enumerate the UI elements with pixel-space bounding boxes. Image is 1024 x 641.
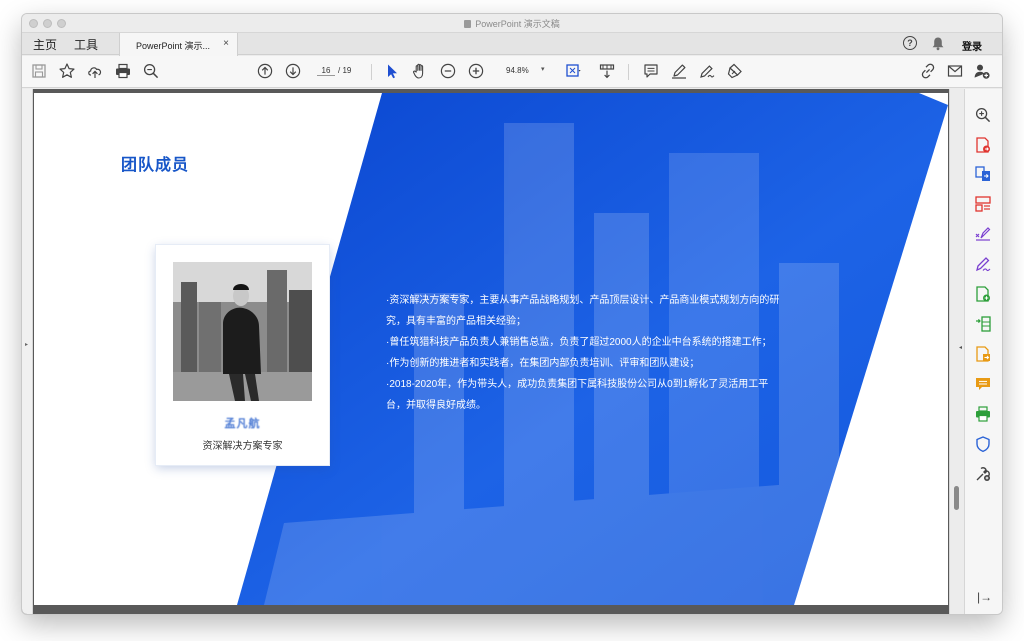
member-photo [173, 262, 312, 401]
excel-export-icon[interactable] [974, 315, 992, 333]
window-title: PowerPoint 演示文稿 [22, 17, 1002, 30]
document-icon [464, 20, 472, 28]
expand-left-panel-icon[interactable]: ▸ [25, 341, 28, 348]
bio-line: ·资深解决方案专家，主要从事产品战略规划、产品顶层设计、产品商业模式规划方向的研… [386, 295, 780, 327]
toolbar-divider [628, 64, 629, 80]
create-pdf-icon[interactable] [974, 345, 992, 363]
bio-line: ·作为创新的推进者和实践者，在集团内部负责培训、评审和团队建设； [386, 358, 700, 369]
member-name: 孟凡航 [224, 418, 261, 430]
draw-tools-icon[interactable] [726, 62, 744, 80]
main-toolbar: 16 / 19 94.8% ▾ [22, 56, 1002, 88]
slide-title: 团队成员 [121, 157, 190, 174]
redact-icon[interactable] [974, 225, 992, 243]
login-button[interactable]: 登录 [962, 38, 982, 53]
title-bar: PowerPoint 演示文稿 [22, 14, 1002, 33]
add-user-icon[interactable] [973, 62, 991, 80]
bookmark-star-icon[interactable] [58, 62, 76, 80]
edit-pdf-icon[interactable] [974, 285, 992, 303]
save-icon[interactable] [30, 62, 48, 80]
select-arrow-icon[interactable] [383, 62, 401, 80]
hand-pan-icon[interactable] [411, 62, 429, 80]
team-member-card: 孟凡航 资深解决方案专家 [156, 245, 329, 465]
page-down-icon[interactable] [284, 62, 302, 80]
comment-icon[interactable] [974, 375, 992, 393]
comment-icon[interactable] [642, 62, 660, 80]
zoom-dropdown-caret[interactable]: ▾ [541, 65, 545, 73]
page-number-input[interactable]: 16 [317, 66, 335, 76]
tab-document-label: PowerPoint 演示... [136, 41, 211, 51]
tab-document[interactable]: PowerPoint 演示... × [119, 33, 238, 56]
expand-tools-panel-icon[interactable]: |→ [977, 590, 992, 604]
fit-page-icon[interactable] [564, 62, 582, 80]
print-icon[interactable] [114, 62, 132, 80]
protect-shield-icon[interactable] [974, 435, 992, 453]
fill-sign-icon[interactable] [974, 255, 992, 273]
zoom-search-icon[interactable] [142, 62, 160, 80]
help-icon[interactable]: ? [903, 36, 917, 50]
more-tools-icon[interactable] [974, 465, 992, 483]
zoom-search-icon[interactable] [974, 106, 992, 124]
highlight-pen-icon[interactable] [670, 62, 688, 80]
zoom-out-icon[interactable] [439, 62, 457, 80]
vertical-scrollbar[interactable] [949, 89, 964, 614]
page-up-icon[interactable] [256, 62, 274, 80]
member-title: 资深解决方案专家 [202, 441, 283, 452]
member-bio: ·资深解决方案专家，主要从事产品战略规划、产品顶层设计、产品商业模式规划方向的研… [386, 290, 786, 416]
bio-line: ·2018-2020年，作为带头人，成功负责集团下属科技股份公司从0到1孵化了灵… [386, 379, 769, 411]
fill-sign-icon[interactable] [698, 62, 716, 80]
slide-page: 团队成员 孟凡航 资深解决方案专家 ·资深解决方案专家，主要从事产品战略规划、产… [34, 93, 948, 605]
scrollbar-thumb[interactable] [954, 486, 959, 510]
window-title-text: PowerPoint 演示文稿 [475, 19, 560, 29]
collapse-right-panel-icon[interactable]: ◂ [959, 344, 962, 351]
combine-files-icon[interactable] [974, 165, 992, 183]
bio-line: ·曾任筑猎科技产品负责人兼销售总监，负责了超过2000人的企业中台系统的搭建工作… [386, 337, 772, 348]
zoom-in-icon[interactable] [467, 62, 485, 80]
zoom-level-input[interactable]: 94.8% [506, 66, 529, 75]
cloud-upload-icon[interactable] [86, 62, 104, 80]
print-production-icon[interactable] [974, 405, 992, 423]
nav-tools[interactable]: 工具 [74, 36, 98, 53]
export-pdf-icon[interactable] [974, 136, 992, 154]
nav-home[interactable]: 主页 [33, 36, 57, 53]
tab-bar: 主页 工具 PowerPoint 演示... × ? 登录 [22, 33, 1002, 56]
left-panel-toggle[interactable]: ▸ [22, 89, 33, 614]
toolbar-divider [371, 64, 372, 80]
bell-icon[interactable] [931, 36, 945, 51]
document-viewer[interactable]: ▸ 团队成员 孟凡航 资深解决方案专家 ·资深解决方案专家，主要从事产品战略规划… [22, 89, 964, 614]
page-total: / 19 [338, 66, 352, 75]
right-tools-rail: ◂ |→ [959, 89, 1002, 614]
organize-pages-icon[interactable] [974, 195, 992, 213]
tab-close-button[interactable]: × [223, 38, 229, 49]
app-window: PowerPoint 演示文稿 主页 工具 PowerPoint 演示... ×… [22, 14, 1002, 614]
share-link-icon[interactable] [919, 62, 937, 80]
email-icon[interactable] [946, 62, 964, 80]
scroll-mode-icon[interactable] [598, 62, 616, 80]
